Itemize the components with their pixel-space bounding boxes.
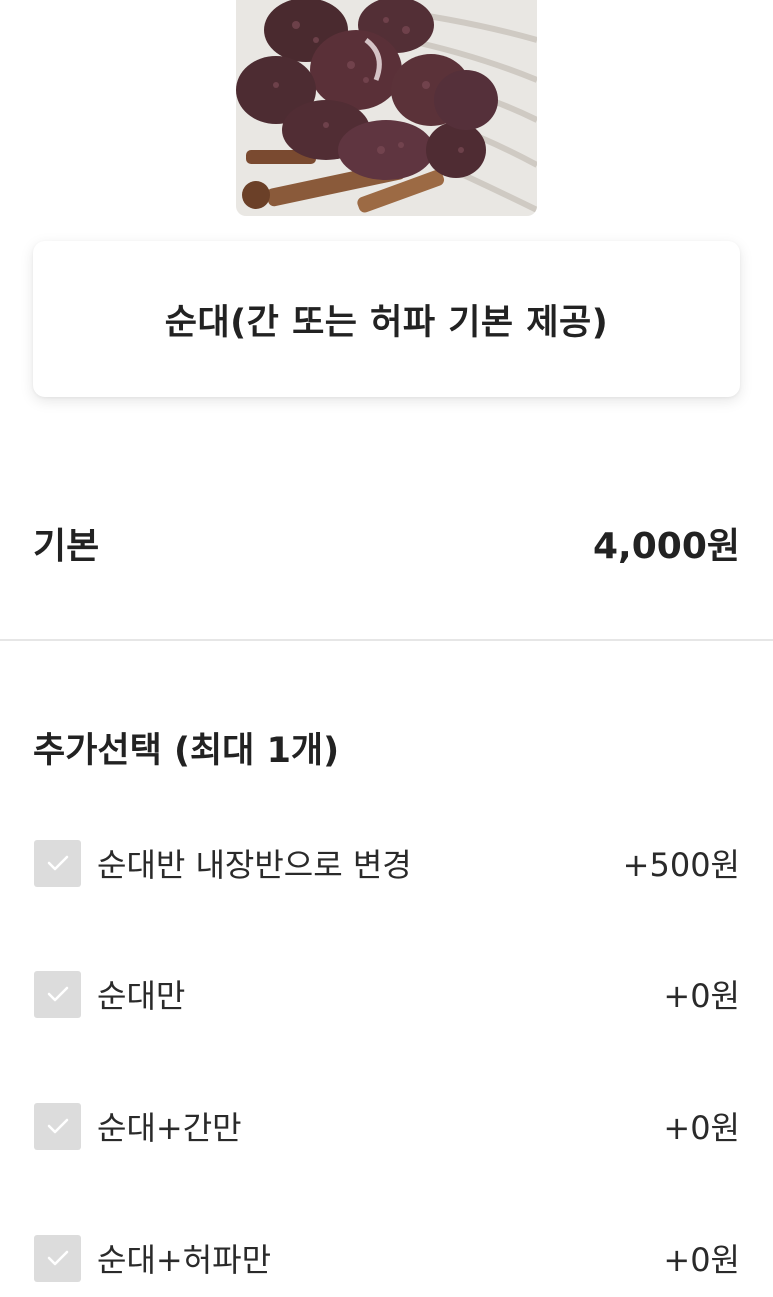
option-label: 순대반 내장반으로 변경 — [97, 846, 412, 884]
product-photo — [236, 0, 537, 216]
base-price-row: 기본 4,000원 — [33, 515, 740, 571]
option-row[interactable]: 순대+간만 +0원 — [34, 1101, 740, 1151]
product-title-card: 순대(간 또는 허파 기본 제공) — [33, 241, 740, 397]
check-icon — [47, 986, 68, 1002]
option-label: 순대+허파만 — [97, 1241, 272, 1279]
option-price: +0원 — [663, 1109, 740, 1147]
option-row[interactable]: 순대반 내장반으로 변경 +500원 — [34, 838, 740, 888]
option-checkbox[interactable] — [34, 970, 81, 1018]
option-label: 순대+간만 — [97, 1109, 242, 1147]
base-price: 4,000원 — [593, 526, 740, 567]
base-label: 기본 — [33, 526, 100, 567]
option-checkbox[interactable] — [34, 1102, 81, 1150]
option-price: +0원 — [663, 1241, 740, 1279]
options-group-title: 추가선택 (최대 1개) — [33, 731, 340, 771]
option-label: 순대만 — [97, 977, 186, 1015]
section-divider — [0, 639, 773, 641]
check-icon — [47, 1250, 68, 1266]
option-row[interactable]: 순대+허파만 +0원 — [34, 1233, 740, 1283]
option-row[interactable]: 순대만 +0원 — [34, 969, 740, 1019]
option-checkbox[interactable] — [34, 1234, 81, 1282]
check-icon — [47, 1118, 68, 1134]
option-price: +0원 — [663, 977, 740, 1015]
product-title: 순대(간 또는 허파 기본 제공) — [164, 302, 609, 343]
check-icon — [47, 855, 68, 871]
option-price: +500원 — [622, 846, 740, 884]
option-checkbox[interactable] — [34, 839, 81, 887]
